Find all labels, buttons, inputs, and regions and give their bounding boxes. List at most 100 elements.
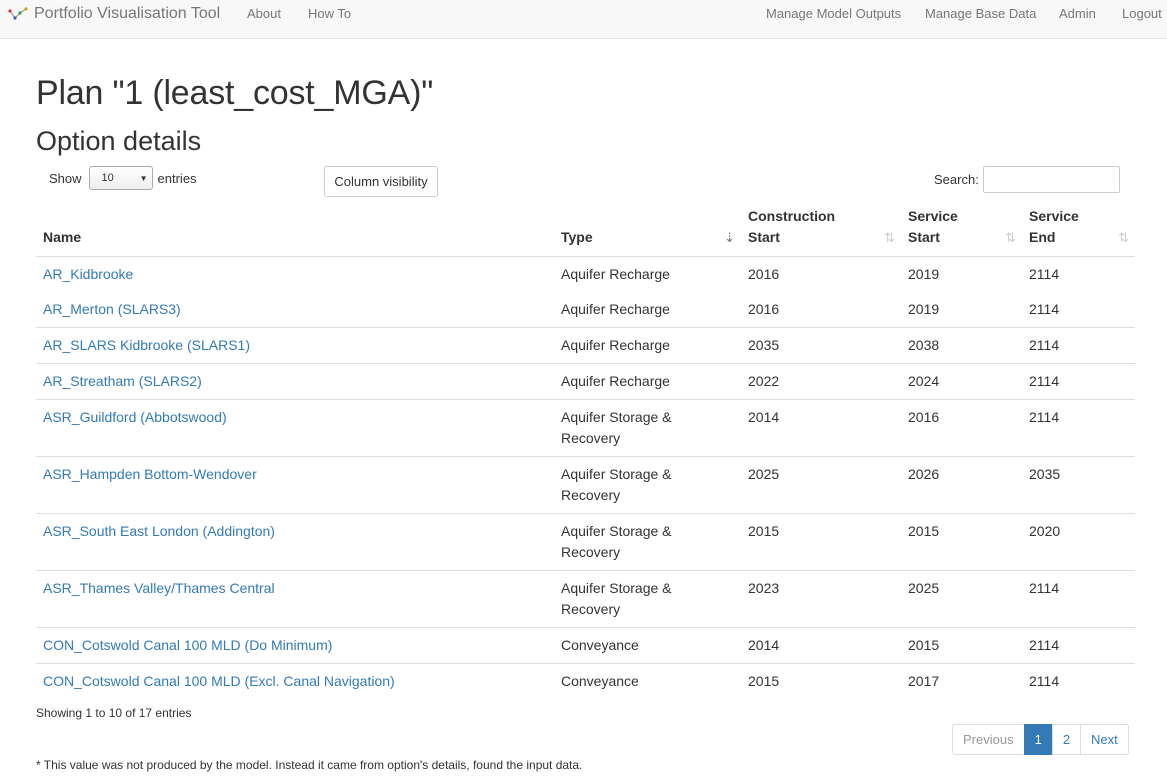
- cell-name: ASR_Thames Valley/Thames Central: [36, 570, 554, 628]
- option-link[interactable]: AR_Kidbrooke: [43, 266, 133, 282]
- cell-name: AR_Streatham (SLARS2): [36, 363, 554, 400]
- cell-service-start: 2016: [901, 399, 1022, 457]
- cell-service-end: 2114: [1022, 256, 1135, 292]
- sort-both-icon: ⇅: [1005, 230, 1016, 245]
- cell-construction-start: 2016: [741, 256, 901, 292]
- option-link[interactable]: ASR_Thames Valley/Thames Central: [43, 580, 275, 596]
- cell-service-start: 2024: [901, 363, 1022, 400]
- cell-service-start: 2019: [901, 256, 1022, 292]
- show-label: Show: [49, 170, 82, 186]
- column-header-type[interactable]: Type ⇣: [554, 200, 741, 257]
- option-link[interactable]: CON_Cotswold Canal 100 MLD (Excl. Canal …: [43, 673, 395, 689]
- column-visibility-button[interactable]: Column visibility: [324, 166, 438, 197]
- sort-both-icon: ⇅: [1118, 230, 1129, 245]
- navbar: Portfolio Visualisation Tool About How T…: [0, 0, 1167, 39]
- cell-construction-start: 2023: [741, 570, 901, 628]
- table-row: AR_SLARS Kidbrooke (SLARS1) Aquifer Recha…: [36, 327, 1135, 364]
- cell-service-end: 2114: [1022, 327, 1135, 364]
- brand[interactable]: Portfolio Visualisation Tool: [8, 0, 220, 28]
- column-header-label: Name: [43, 229, 82, 245]
- cell-name: ASR_South East London (Addington): [36, 513, 554, 571]
- page-title: Plan "1 (least_cost_MGA)": [36, 74, 434, 112]
- column-header-label: Service End: [1029, 208, 1079, 245]
- cell-type: Aquifer Recharge: [554, 363, 741, 400]
- nav-logout[interactable]: Logout: [1122, 6, 1162, 21]
- next-page-button[interactable]: Next: [1080, 724, 1129, 755]
- page-button-2[interactable]: 2: [1051, 724, 1082, 755]
- nav-how-to[interactable]: How To: [308, 6, 351, 21]
- nav-about[interactable]: About: [247, 6, 281, 21]
- cell-type: Aquifer Storage & Recovery: [554, 513, 741, 571]
- brand-label: Portfolio Visualisation Tool: [34, 5, 221, 22]
- table-row: ASR_South East London (Addington) Aquifer…: [36, 513, 1135, 571]
- option-link[interactable]: ASR_Guildford (Abbotswood): [43, 409, 227, 425]
- cell-type: Aquifer Recharge: [554, 256, 741, 292]
- cell-service-end: 2020: [1022, 513, 1135, 571]
- table-row: CON_Cotswold Canal 100 MLD (Excl. Canal …: [36, 663, 1135, 699]
- option-link[interactable]: ASR_South East London (Addington): [43, 523, 275, 539]
- cell-name: AR_Kidbrooke: [36, 256, 554, 292]
- logo-icon: [8, 7, 28, 20]
- cell-construction-start: 2025: [741, 456, 901, 514]
- column-header-service-start[interactable]: Service Start ⇅: [901, 200, 1022, 257]
- cell-name: ASR_Hampden Bottom-Wendover: [36, 456, 554, 514]
- table-row: AR_Streatham (SLARS2) Aquifer Recharge 202…: [36, 363, 1135, 400]
- cell-service-start: 2019: [908, 301, 940, 317]
- table-row: AR_Merton (SLARS3) Aquifer Recharge 2016 20…: [36, 292, 1135, 328]
- nav-admin[interactable]: Admin: [1059, 6, 1096, 21]
- cell-construction-start: 2015: [741, 513, 901, 571]
- cell-name: CON_Cotswold Canal 100 MLD (Excl. Canal …: [36, 663, 554, 699]
- nav-manage-base-data[interactable]: Manage Base Data: [925, 6, 1036, 21]
- table-row: ASR_Hampden Bottom-Wendover Aquifer Stora…: [36, 456, 1135, 514]
- column-header-name[interactable]: Name: [36, 200, 554, 257]
- cell-name: AR_SLARS Kidbrooke (SLARS1): [36, 327, 554, 364]
- option-link[interactable]: AR_SLARS Kidbrooke (SLARS1): [43, 337, 250, 353]
- nav-manage-model-outputs[interactable]: Manage Model Outputs: [766, 6, 901, 21]
- cell-construction-start: 2015: [741, 663, 901, 699]
- cell-service-start: 2038: [901, 327, 1022, 364]
- cell-name: ASR_Guildford (Abbotswood): [36, 399, 554, 457]
- entries-label: entries: [157, 170, 197, 186]
- option-link[interactable]: AR_Streatham (SLARS2): [43, 373, 202, 389]
- sort-desc-icon: ⇣: [724, 230, 735, 245]
- table-row: AR_Kidbrooke Aquifer Recharge 2016 2019 2114: [36, 256, 1135, 292]
- column-header-label: Type: [561, 229, 593, 245]
- footnote: * This value was not produced by the mod…: [36, 758, 583, 772]
- cell-name: AR_Merton (SLARS3): [36, 292, 554, 328]
- cell-construction-start: 2014: [741, 627, 901, 664]
- cell-service-start: 2025: [901, 570, 1022, 628]
- entries-select[interactable]: 10 ▼: [88, 166, 153, 190]
- column-header-label: Construction Start: [748, 208, 836, 245]
- table-header-row: Name Type ⇣ Construction Start ⇅ Service…: [36, 200, 1135, 257]
- chevron-down-icon: ▼: [139, 173, 148, 183]
- entries-value: 10: [101, 172, 114, 184]
- cell-construction-start: 2035: [741, 327, 901, 364]
- cell-service-end: 2114: [1022, 399, 1135, 457]
- search-input[interactable]: [983, 166, 1120, 193]
- cell-service-end: 2114: [1022, 570, 1135, 628]
- option-link[interactable]: ASR_Hampden Bottom-Wendover: [43, 466, 257, 482]
- cell-service-end: 2114: [1029, 301, 1060, 317]
- cell-type: Conveyance: [554, 627, 741, 664]
- cell-type: Aquifer Storage & Recovery: [554, 399, 741, 457]
- cell-service-end: 2114: [1022, 627, 1135, 664]
- cell-service-end: 2035: [1022, 456, 1135, 514]
- option-link[interactable]: AR_Merton (SLARS3): [43, 301, 181, 317]
- cell-service-start: 2015: [901, 627, 1022, 664]
- table-row: ASR_Guildford (Abbotswood) Aquifer Storag…: [36, 399, 1135, 457]
- column-header-construction-start[interactable]: Construction Start ⇅: [741, 200, 901, 257]
- cell-type: Aquifer Storage & Recovery: [554, 456, 741, 514]
- table-body: AR_Kidbrooke Aquifer Recharge 2016 2019 2114…: [36, 256, 1135, 699]
- options-table: Name Type ⇣ Construction Start ⇅ Service…: [36, 200, 1135, 699]
- previous-page-button[interactable]: Previous: [952, 724, 1025, 755]
- cell-construction-start: 2022: [741, 363, 901, 400]
- cell-name: CON_Cotswold Canal 100 MLD (Do Minimum): [36, 627, 554, 664]
- page-button-1[interactable]: 1: [1023, 724, 1053, 755]
- option-link[interactable]: CON_Cotswold Canal 100 MLD (Do Minimum): [43, 637, 332, 653]
- table-info: Showing 1 to 10 of 17 entries: [36, 706, 192, 720]
- pagination: Previous 1 2 Next: [952, 724, 1129, 755]
- table-row: CON_Cotswold Canal 100 MLD (Do Minimum) C…: [36, 627, 1135, 664]
- cell-type: Conveyance: [554, 663, 741, 699]
- sort-both-icon: ⇅: [884, 230, 895, 245]
- column-header-service-end[interactable]: Service End ⇅: [1022, 200, 1135, 257]
